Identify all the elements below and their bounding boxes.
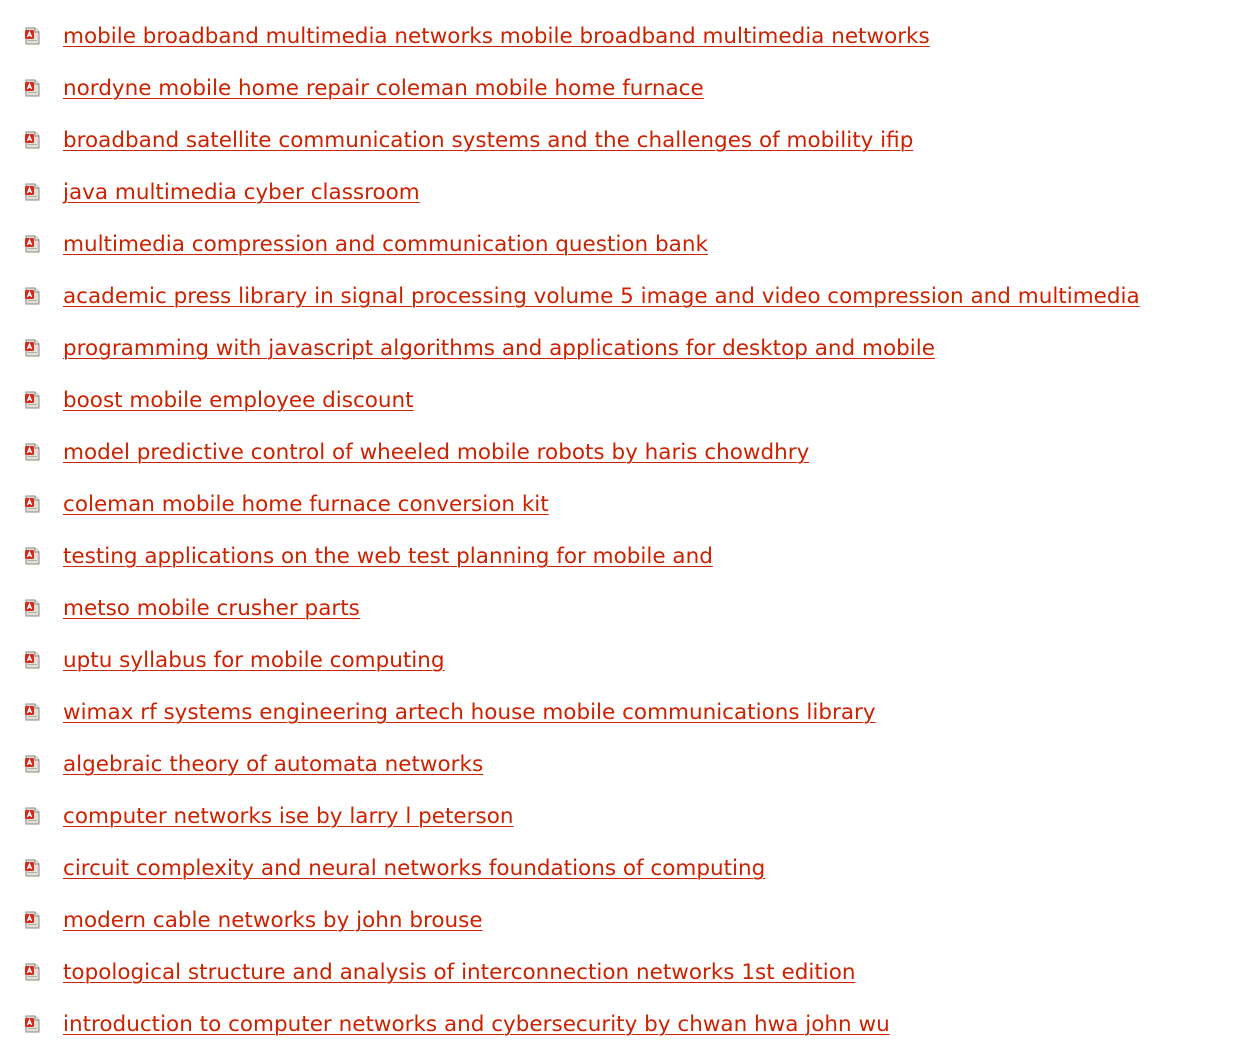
pdf-file-icon — [24, 287, 40, 305]
list-item: nordyne mobile home repair coleman mobil… — [24, 62, 1238, 114]
list-item: circuit complexity and neural networks f… — [24, 842, 1238, 894]
pdf-link[interactable]: computer networks ise by larry l peterso… — [63, 804, 513, 829]
pdf-file-icon — [24, 27, 40, 45]
pdf-file-icon — [24, 495, 40, 513]
pdf-link[interactable]: java multimedia cyber classroom — [63, 180, 420, 205]
pdf-file-icon — [24, 391, 40, 409]
pdf-link[interactable]: multimedia compression and communication… — [63, 232, 708, 257]
pdf-link[interactable]: introduction to computer networks and cy… — [63, 1012, 890, 1037]
pdf-link[interactable]: programming with javascript algorithms a… — [63, 336, 935, 361]
list-item: topological structure and analysis of in… — [24, 946, 1238, 998]
pdf-file-icon — [24, 599, 40, 617]
list-item: coleman mobile home furnace conversion k… — [24, 478, 1238, 530]
pdf-file-icon — [24, 755, 40, 773]
list-item: introduction to computer networks and cy… — [24, 998, 1238, 1050]
list-item: modern cable networks by john brouse — [24, 894, 1238, 946]
pdf-file-icon — [24, 131, 40, 149]
pdf-link[interactable]: coleman mobile home furnace conversion k… — [63, 492, 549, 517]
pdf-file-icon — [24, 183, 40, 201]
list-item: academic press library in signal process… — [24, 270, 1238, 322]
list-item: metso mobile crusher parts — [24, 582, 1238, 634]
pdf-file-icon — [24, 651, 40, 669]
pdf-file-icon — [24, 443, 40, 461]
pdf-link[interactable]: modern cable networks by john brouse — [63, 908, 483, 933]
pdf-link[interactable]: circuit complexity and neural networks f… — [63, 856, 765, 881]
list-item: algebraic theory of automata networks — [24, 738, 1238, 790]
pdf-link[interactable]: testing applications on the web test pla… — [63, 544, 713, 569]
list-item: java multimedia cyber classroom — [24, 166, 1238, 218]
list-item: boost mobile employee discount — [24, 374, 1238, 426]
pdf-file-icon — [24, 1015, 40, 1033]
pdf-link[interactable]: topological structure and analysis of in… — [63, 960, 856, 985]
pdf-link[interactable]: broadband satellite communication system… — [63, 128, 913, 153]
pdf-link[interactable]: algebraic theory of automata networks — [63, 752, 483, 777]
list-item: mobile broadband multimedia networks mob… — [24, 10, 1238, 62]
pdf-file-icon — [24, 703, 40, 721]
pdf-link-list: mobile broadband multimedia networks mob… — [24, 10, 1238, 1050]
list-item: testing applications on the web test pla… — [24, 530, 1238, 582]
pdf-link[interactable]: model predictive control of wheeled mobi… — [63, 440, 809, 465]
pdf-link[interactable]: academic press library in signal process… — [63, 284, 1140, 309]
pdf-file-icon — [24, 807, 40, 825]
pdf-file-icon — [24, 339, 40, 357]
pdf-link[interactable]: nordyne mobile home repair coleman mobil… — [63, 76, 704, 101]
list-item: wimax rf systems engineering artech hous… — [24, 686, 1238, 738]
pdf-file-icon — [24, 79, 40, 97]
list-item: model predictive control of wheeled mobi… — [24, 426, 1238, 478]
list-item: computer networks ise by larry l peterso… — [24, 790, 1238, 842]
pdf-link[interactable]: boost mobile employee discount — [63, 388, 414, 413]
pdf-link[interactable]: wimax rf systems engineering artech hous… — [63, 700, 876, 725]
pdf-file-icon — [24, 963, 40, 981]
pdf-link[interactable]: metso mobile crusher parts — [63, 596, 360, 621]
pdf-link[interactable]: uptu syllabus for mobile computing — [63, 648, 445, 673]
pdf-file-icon — [24, 859, 40, 877]
pdf-file-icon — [24, 235, 40, 253]
list-item: programming with javascript algorithms a… — [24, 322, 1238, 374]
list-item: broadband satellite communication system… — [24, 114, 1238, 166]
pdf-link[interactable]: mobile broadband multimedia networks mob… — [63, 24, 930, 49]
list-item: uptu syllabus for mobile computing — [24, 634, 1238, 686]
pdf-file-icon — [24, 547, 40, 565]
list-item: multimedia compression and communication… — [24, 218, 1238, 270]
pdf-file-icon — [24, 911, 40, 929]
